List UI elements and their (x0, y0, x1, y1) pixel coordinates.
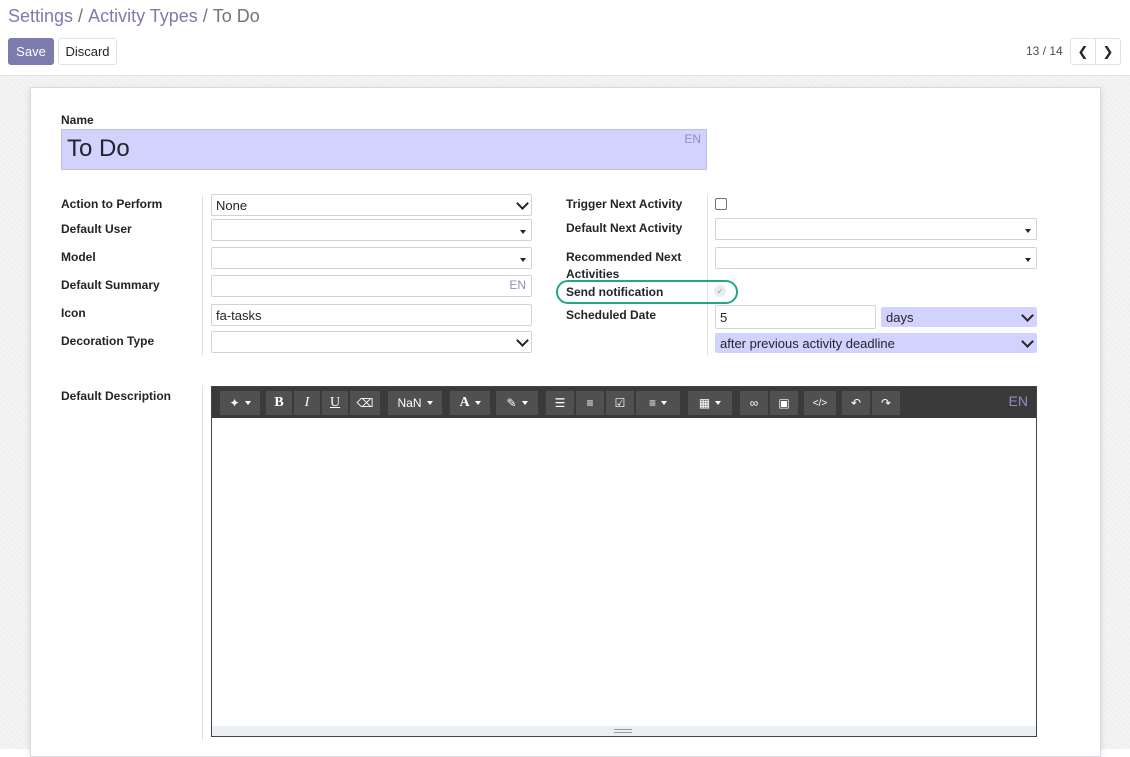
decoration-type-select[interactable] (211, 331, 532, 353)
name-input[interactable]: To Do EN (61, 129, 707, 170)
default-summary-translate-button[interactable]: EN (509, 278, 526, 292)
action-to-perform-value: None (216, 198, 248, 213)
table-icon[interactable]: ▦ (688, 391, 732, 415)
redo-icon[interactable]: ↷ (872, 391, 900, 415)
default-user-input[interactable] (211, 219, 532, 241)
breadcrumb-separator: / (78, 6, 84, 26)
send-notification-highlight (556, 280, 738, 304)
italic-icon[interactable]: I (294, 391, 320, 415)
description-translate-button[interactable]: EN (1009, 393, 1028, 409)
left-group-divider (202, 195, 203, 355)
trigger-next-activity-label: Trigger Next Activity (566, 197, 683, 211)
default-next-activity-label: Default Next Activity (566, 221, 683, 235)
checklist-icon[interactable]: ☑ (606, 391, 634, 415)
discard-button[interactable]: Discard (58, 38, 117, 65)
breadcrumb-settings[interactable]: Settings (8, 6, 73, 26)
default-description-editor[interactable]: ✦ B I U ⌫ NaN A ✎ ☰ ≡ ☑ ≡ ▦ ∞ ▣ </> ↶ ↷ … (211, 386, 1037, 737)
link-icon[interactable]: ∞ (740, 391, 768, 415)
model-label: Model (61, 250, 96, 264)
chevron-down-icon (1021, 335, 1034, 348)
paint-brush-icon[interactable]: ✎ (496, 391, 538, 415)
editor-resize-handle[interactable] (212, 726, 1036, 736)
code-view-icon[interactable]: </> (804, 391, 836, 415)
unordered-list-icon[interactable]: ☰ (546, 391, 574, 415)
scheduled-date-relation-select[interactable]: after previous activity deadline (715, 333, 1037, 353)
icon-input[interactable]: fa-tasks (211, 304, 532, 326)
model-input[interactable] (211, 247, 532, 269)
recommended-next-activities-label: Recommended Next Activities (566, 250, 682, 281)
grip-icon (614, 729, 632, 733)
font-color-icon[interactable]: A (450, 391, 490, 415)
default-user-label: Default User (61, 222, 132, 236)
pager-value[interactable]: 13 / 14 (1026, 44, 1063, 58)
scheduled-date-number-value: 5 (720, 310, 728, 325)
image-icon[interactable]: ▣ (770, 391, 798, 415)
chevron-right-icon: ❯ (1102, 43, 1114, 59)
editor-toolbar: ✦ B I U ⌫ NaN A ✎ ☰ ≡ ☑ ≡ ▦ ∞ ▣ </> ↶ ↷ … (212, 387, 1036, 418)
name-translate-button[interactable]: EN (684, 132, 701, 146)
scheduled-date-relation-value: after previous activity deadline (720, 336, 895, 351)
default-description-label: Default Description (61, 389, 172, 403)
font-size-dropdown[interactable]: NaN (388, 391, 442, 415)
icon-value: fa-tasks (216, 308, 262, 323)
scheduled-date-label: Scheduled Date (566, 308, 657, 322)
chevron-left-icon: ❮ (1077, 43, 1089, 59)
scheduled-date-unit-value: days (886, 310, 914, 325)
bold-icon[interactable]: B (266, 391, 292, 415)
pager-previous-button[interactable]: ❮ (1070, 38, 1096, 65)
caret-down-icon[interactable] (520, 258, 526, 262)
underline-icon[interactable]: U (322, 391, 348, 415)
breadcrumb-current: To Do (212, 6, 260, 26)
action-to-perform-select[interactable]: None (211, 194, 532, 216)
ordered-list-icon[interactable]: ≡ (576, 391, 604, 415)
breadcrumb: Settings / Activity Types / To Do (8, 6, 260, 27)
caret-down-icon[interactable] (1025, 229, 1031, 233)
control-panel: Settings / Activity Types / To Do Save Disca… (0, 0, 1130, 76)
recommended-next-activities-input[interactable] (715, 247, 1037, 269)
icon-label: Icon (61, 306, 86, 320)
action-to-perform-label: Action to Perform (61, 197, 163, 211)
description-editable-area[interactable] (212, 418, 1036, 726)
align-icon[interactable]: ≡ (636, 391, 680, 415)
breadcrumb-separator: / (202, 6, 208, 26)
breadcrumb-activity-types[interactable]: Activity Types (88, 6, 198, 26)
decoration-type-label: Decoration Type (61, 334, 155, 348)
save-button[interactable]: Save (8, 38, 54, 65)
default-next-activity-input[interactable] (715, 218, 1037, 240)
right-group-divider (707, 195, 708, 355)
description-divider (202, 386, 203, 741)
caret-down-icon[interactable] (1025, 258, 1031, 262)
name-value: To Do (67, 135, 130, 162)
caret-down-icon[interactable] (520, 230, 526, 234)
pager-next-button[interactable]: ❯ (1095, 38, 1121, 65)
default-summary-input[interactable]: EN (211, 275, 532, 297)
chevron-down-icon (516, 334, 529, 347)
chevron-down-icon (1021, 309, 1034, 322)
undo-icon[interactable]: ↶ (842, 391, 870, 415)
magic-wand-icon[interactable]: ✦ (220, 391, 260, 415)
default-summary-label: Default Summary (61, 278, 160, 292)
scheduled-date-number-input[interactable]: 5 (715, 305, 876, 329)
name-label: Name (61, 113, 94, 127)
scheduled-date-unit-select[interactable]: days (881, 307, 1037, 327)
trigger-next-activity-checkbox[interactable] (715, 198, 727, 210)
eraser-icon[interactable]: ⌫ (350, 391, 380, 415)
chevron-down-icon (516, 197, 529, 210)
